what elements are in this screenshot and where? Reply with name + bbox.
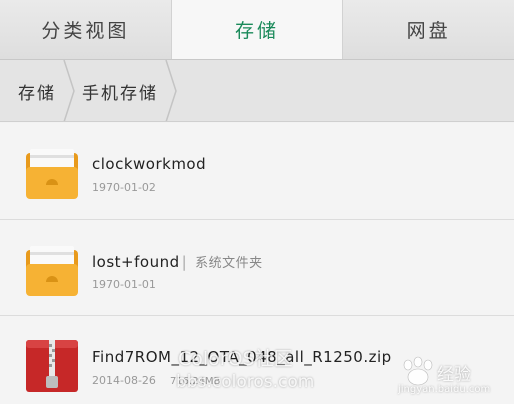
- forum-watermark: ColorOS社区: [178, 348, 293, 370]
- tag-separator: |: [181, 253, 188, 271]
- file-date: 1970-01-01: [92, 278, 156, 291]
- file-name-text: lost+found: [92, 253, 180, 271]
- list-item[interactable]: lost+found | 系统文件夹 1970-01-01: [0, 219, 514, 315]
- tab-category-view[interactable]: 分类视图: [0, 0, 171, 59]
- tab-storage[interactable]: 存储: [170, 0, 344, 59]
- file-date-text: 1970-01-01: [92, 278, 156, 291]
- file-date-text: 2014-08-26: [92, 374, 156, 387]
- forum-url-watermark: bbs.coloros.com: [176, 372, 315, 392]
- list-item[interactable]: clockworkmod 1970-01-02: [0, 123, 514, 219]
- file-name: clockworkmod: [92, 155, 206, 173]
- zip-archive-icon: [26, 340, 78, 392]
- breadcrumb-phone-storage[interactable]: 手机存储: [82, 60, 158, 121]
- breadcrumb: 存储 手机存储: [0, 60, 514, 122]
- tab-cloud-drive[interactable]: 网盘: [343, 0, 514, 59]
- breadcrumb-separator-icon: [165, 60, 177, 121]
- breadcrumb-separator-icon: [63, 60, 75, 121]
- tab-bar: 分类视图 存储 网盘: [0, 0, 514, 60]
- file-date-text: 1970-01-02: [92, 181, 156, 194]
- file-date: 1970-01-02: [92, 181, 156, 194]
- file-name: lost+found | 系统文件夹: [92, 252, 263, 271]
- file-name-text: clockworkmod: [92, 155, 207, 173]
- folder-icon: [26, 149, 78, 199]
- system-folder-tag: 系统文件夹: [195, 256, 263, 271]
- baidu-watermark-text: 经验: [437, 365, 471, 385]
- breadcrumb-storage[interactable]: 存储: [18, 60, 56, 121]
- folder-icon: [26, 246, 78, 296]
- baidu-url-watermark: jingyan.baidu.com: [398, 384, 491, 395]
